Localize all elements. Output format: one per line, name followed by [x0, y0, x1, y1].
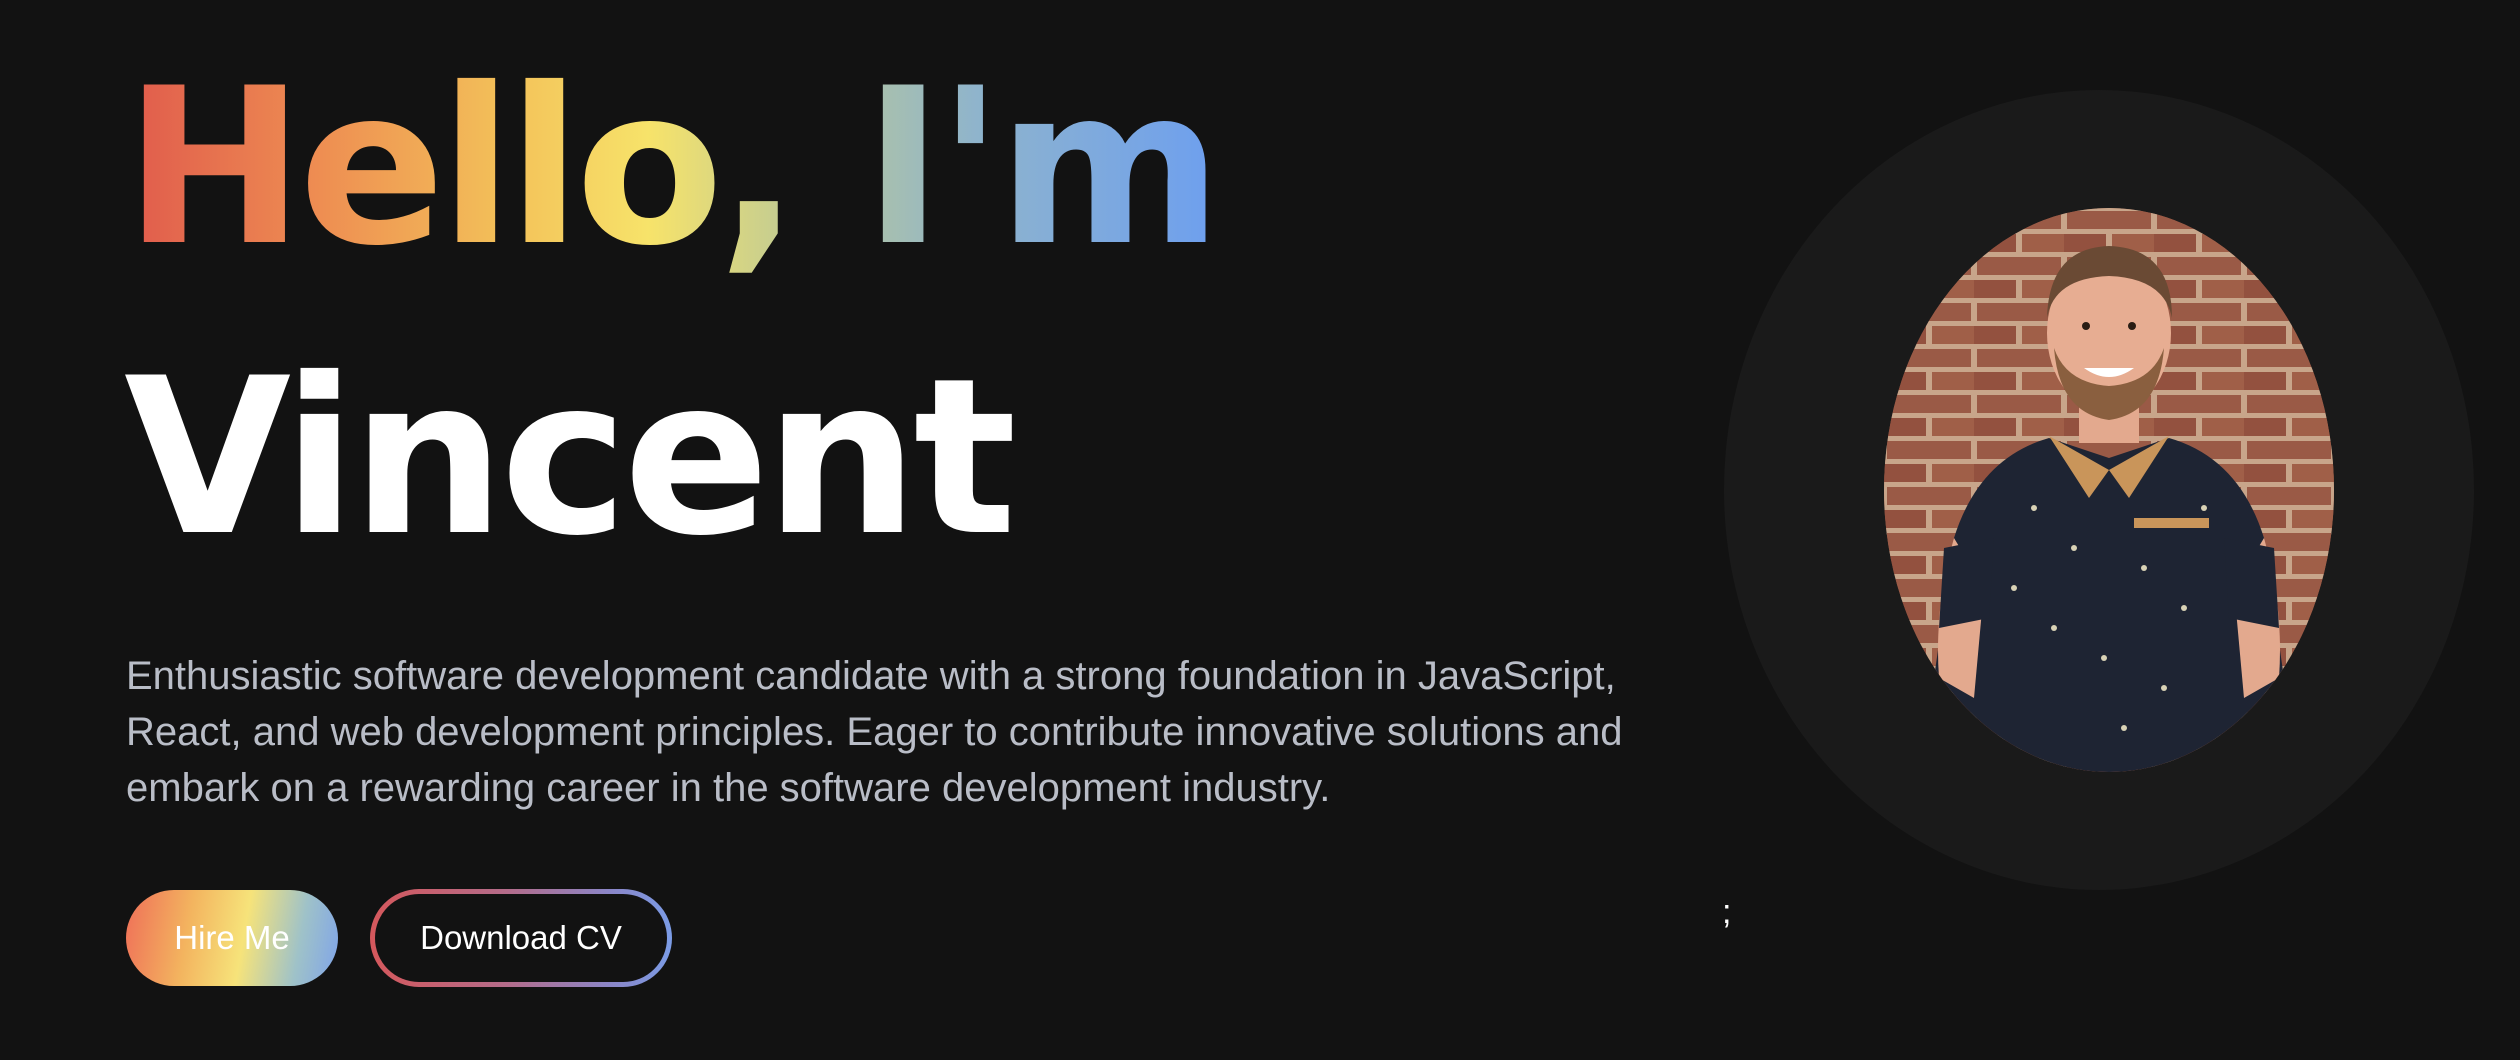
name-heading: Vincent	[124, 332, 1017, 583]
stray-text: ;	[1722, 893, 1732, 931]
profile-photo-illustration	[1884, 208, 2334, 772]
greeting-heading: Hello, I'm	[124, 42, 1223, 293]
bio-text: Enthusiastic software development candid…	[126, 654, 1623, 810]
profile-photo	[1884, 208, 2334, 772]
download-cv-button[interactable]: Download CV	[370, 889, 672, 987]
hire-me-button[interactable]: Hire Me	[126, 890, 338, 986]
hero-section: Hello, I'm Vincent Enthusiastic software…	[0, 0, 2520, 1060]
download-cv-label: Download CV	[375, 894, 667, 982]
